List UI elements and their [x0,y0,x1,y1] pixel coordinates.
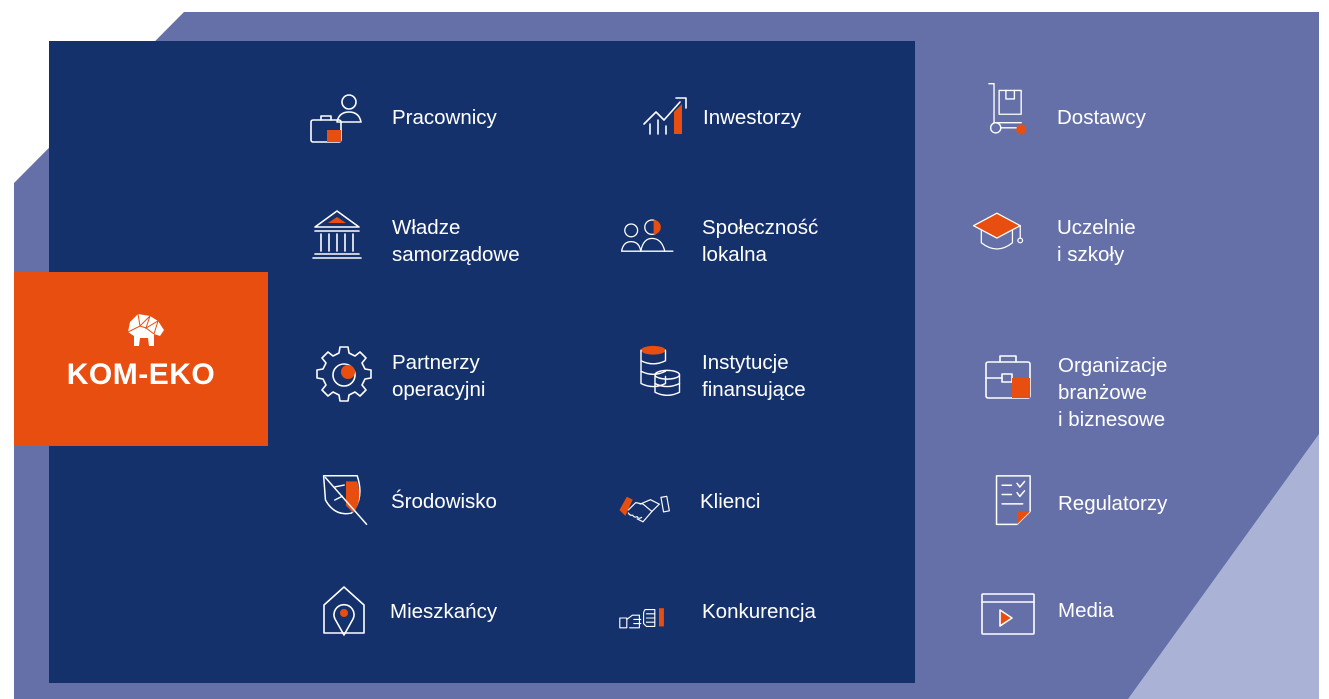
stakeholder-label: Społeczność lokalna [702,216,819,266]
stakeholder-label: Organizacje branżowe i biznesowe [1058,354,1168,431]
stakeholder-label: Dostawcy [1057,106,1146,129]
stakeholder-label: Instytucje finansujące [702,351,806,401]
stakeholder-label: Partnerzy operacyjni [392,351,486,401]
gear-icon [316,346,372,402]
hand-truck-icon [988,83,1027,135]
video-player-icon [981,593,1035,635]
elephant-logo-icon [127,313,164,346]
home-location-icon [323,586,365,636]
briefcase-icon [985,355,1031,399]
government-building-icon [312,210,362,259]
logo-text: KOM-EKO [66,358,216,391]
stakeholder-label: Mieszkańcy [390,600,498,623]
employees-icon [310,94,362,143]
handshake-icon [619,495,670,523]
stakeholder-label: Regulatorzy [1058,492,1168,515]
stakeholder-label: Inwestorzy [703,106,801,129]
stakeholder-label: Środowisko [391,490,497,513]
stakeholder-label: Władze samorządowe [392,216,520,266]
fist-bump-icon [619,608,664,629]
logo-box: KOM-EKO [14,272,268,446]
stakeholder-label: Media [1058,599,1114,622]
community-icon [620,219,674,252]
stakeholder-label: Klienci [700,490,761,513]
growth-chart-icon [643,97,687,135]
coin-stack-icon [640,345,681,397]
checklist-document-icon [995,475,1031,526]
stakeholder-label: Konkurencja [702,600,816,623]
stakeholder-label: Uczelnie i szkoły [1057,216,1136,266]
leaf-icon [322,474,368,526]
stakeholder-label: Pracownicy [392,106,497,129]
graduation-cap-icon [972,212,1024,250]
